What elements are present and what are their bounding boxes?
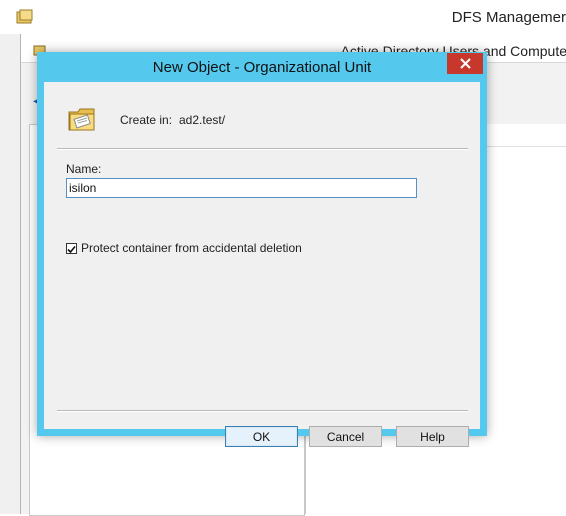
checkmark-icon <box>67 239 76 258</box>
separator-bottom <box>57 410 468 412</box>
organizational-unit-icon <box>66 104 98 134</box>
create-in-label: Create in: <box>120 113 173 127</box>
close-button[interactable] <box>447 53 483 74</box>
dialog-client: Create in: ad2.test/ Name: Protect conta… <box>44 82 480 447</box>
separator-top <box>57 148 468 150</box>
help-button[interactable]: Help <box>396 426 469 447</box>
name-input[interactable] <box>66 178 417 198</box>
dialog-titlebar[interactable]: New Object - Organizational Unit <box>37 52 487 82</box>
close-icon <box>459 54 471 73</box>
dfs-app-icon <box>16 9 34 25</box>
protect-checkbox-label: Protect container from accidental deleti… <box>81 241 302 255</box>
protect-checkbox[interactable] <box>66 242 77 254</box>
cancel-button[interactable]: Cancel <box>309 426 382 447</box>
new-ou-dialog: New Object - Organizational Unit Create … <box>37 52 487 447</box>
ok-button[interactable]: OK <box>225 426 298 447</box>
name-label: Name: <box>66 162 102 176</box>
dfs-titlebar: DFS Managemer <box>0 0 566 34</box>
dfs-title: DFS Managemer <box>451 9 566 26</box>
dialog-title: New Object - Organizational Unit <box>152 59 372 76</box>
create-in-path: ad2.test/ <box>179 113 226 127</box>
protect-checkbox-row[interactable]: Protect container from accidental deleti… <box>66 240 302 256</box>
